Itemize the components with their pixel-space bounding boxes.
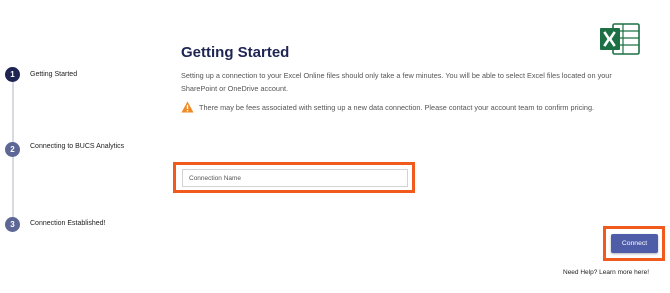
warning-triangle-icon [181, 101, 194, 113]
step-1: 1 Getting Started [5, 67, 77, 82]
step-3: 3 Connection Established! [5, 217, 106, 232]
connect-button-highlight: Connect [603, 226, 665, 261]
step-1-label: Getting Started [30, 71, 78, 78]
step-2: 2 Connecting to BUCS Analytics [5, 142, 124, 157]
connection-name-highlight [173, 162, 415, 193]
fees-warning: There may be fees associated with settin… [181, 101, 594, 113]
step-1-number: 1 [5, 67, 20, 82]
connection-name-input[interactable] [182, 169, 408, 187]
step-2-number: 2 [5, 142, 20, 157]
step-3-label: Connection Established! [30, 220, 106, 227]
warning-text: There may be fees associated with settin… [199, 102, 595, 112]
excel-logo-icon [599, 22, 641, 61]
connect-button[interactable]: Connect [611, 234, 658, 253]
page-title: Getting Started [181, 44, 290, 61]
help-link[interactable]: Need Help? Learn more here! [563, 269, 649, 276]
page-description: Setting up a connection to your Excel On… [181, 71, 612, 93]
step-3-number: 3 [5, 217, 20, 232]
step-2-label: Connecting to BUCS Analytics [30, 142, 125, 150]
